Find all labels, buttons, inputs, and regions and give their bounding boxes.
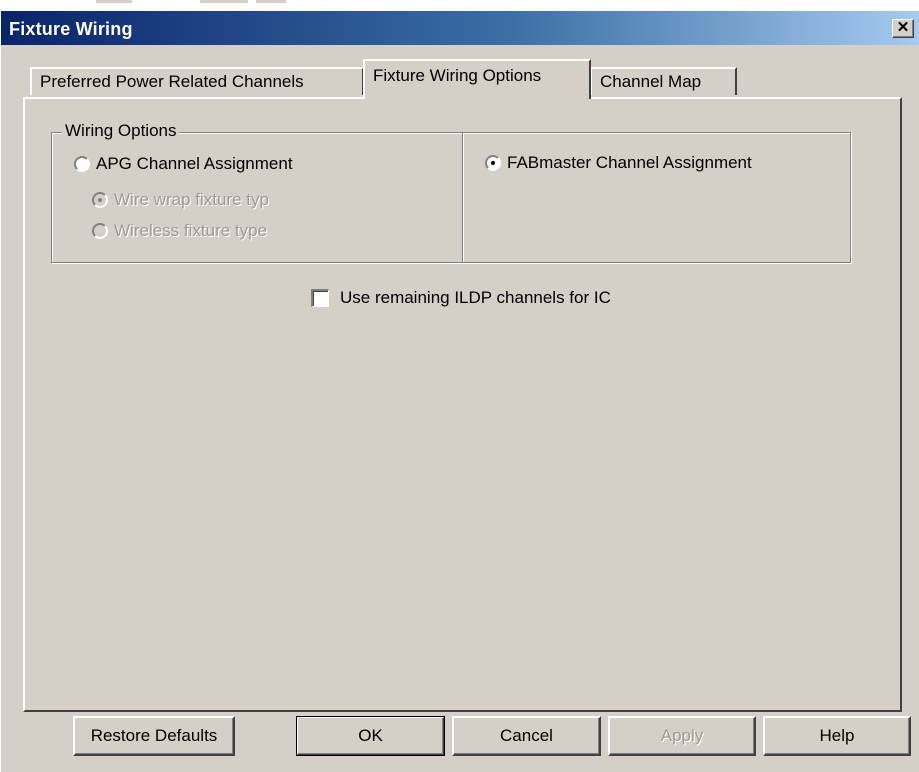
close-button[interactable]: ✕ bbox=[892, 19, 914, 38]
wire-wrap-fixture-type-label: Wire wrap fixture typ bbox=[114, 190, 269, 209]
background-fragment bbox=[96, 0, 132, 3]
background-window-strip bbox=[0, 0, 919, 11]
ok-button[interactable]: OK bbox=[296, 716, 445, 756]
fabmaster-channel-assignment-radio[interactable]: FABmaster Channel Assignment bbox=[485, 153, 752, 173]
help-button[interactable]: Help bbox=[763, 716, 911, 756]
tab-preferred-power-related-channels[interactable]: Preferred Power Related Channels bbox=[30, 67, 364, 95]
cancel-button[interactable]: Cancel bbox=[452, 716, 601, 756]
radio-button-icon bbox=[92, 223, 108, 239]
checkbox-icon bbox=[311, 289, 329, 307]
fabmaster-channel-assignment-label: FABmaster Channel Assignment bbox=[507, 153, 752, 172]
groupbox-divider bbox=[462, 133, 463, 262]
tab-panel-fixture-wiring-options: Wiring Options APG Channel Assignment Wi… bbox=[23, 97, 902, 712]
wireless-fixture-type-label: Wireless fixture type bbox=[114, 221, 268, 240]
background-fragment bbox=[200, 0, 248, 3]
use-remaining-ildp-channels-checkbox[interactable]: Use remaining ILDP channels for IC bbox=[311, 288, 611, 308]
radio-button-icon bbox=[92, 192, 108, 208]
radio-button-icon bbox=[485, 155, 501, 171]
wiring-options-groupbox: Wiring Options APG Channel Assignment Wi… bbox=[51, 121, 851, 263]
window-title: Fixture Wiring bbox=[9, 19, 133, 39]
apg-channel-assignment-radio[interactable]: APG Channel Assignment bbox=[74, 154, 293, 174]
tab-channel-map[interactable]: Channel Map bbox=[590, 67, 737, 95]
radio-button-icon bbox=[74, 156, 90, 172]
tab-fixture-wiring-options[interactable]: Fixture Wiring Options bbox=[363, 59, 591, 99]
wiring-options-label: Wiring Options bbox=[62, 121, 180, 141]
wire-wrap-fixture-type-radio[interactable]: Wire wrap fixture typ bbox=[92, 190, 269, 210]
apply-button[interactable]: Apply bbox=[608, 716, 756, 756]
tab-label: Channel Map bbox=[600, 72, 702, 91]
fixture-wiring-dialog: Fixture Wiring ✕ Preferred Power Related… bbox=[0, 11, 919, 772]
tab-label: Fixture Wiring Options bbox=[373, 66, 542, 85]
apg-channel-assignment-label: APG Channel Assignment bbox=[96, 154, 293, 173]
use-remaining-ildp-channels-label: Use remaining ILDP channels for IC bbox=[340, 288, 611, 307]
background-fragment bbox=[256, 0, 286, 3]
wireless-fixture-type-radio[interactable]: Wireless fixture type bbox=[92, 221, 267, 241]
tab-label: Preferred Power Related Channels bbox=[40, 72, 304, 91]
close-icon: ✕ bbox=[896, 19, 910, 36]
restore-defaults-button[interactable]: Restore Defaults bbox=[73, 716, 235, 756]
title-bar[interactable]: Fixture Wiring ✕ bbox=[1, 11, 919, 45]
